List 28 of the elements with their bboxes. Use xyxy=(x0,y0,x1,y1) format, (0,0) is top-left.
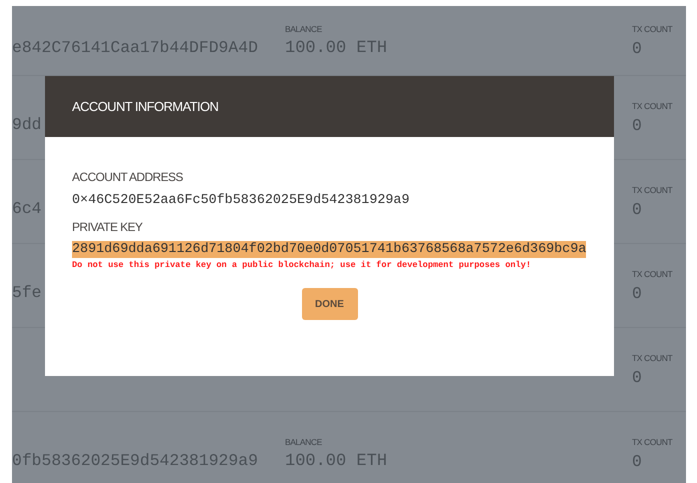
private-key-value: 2891d69dda691126d71804f02bd70e0d07051741b63768568a7572e6d369bc9a xyxy=(72,241,586,258)
account-address: 9dd xyxy=(12,115,43,134)
tx-count-value: 0 xyxy=(632,368,643,386)
tx-count-label: TX COUNT xyxy=(632,436,674,446)
tx-count-value: 0 xyxy=(632,452,643,470)
account-address: 5fe xyxy=(12,283,43,302)
tx-count-label: TX COUNT xyxy=(632,100,674,110)
warning-text: Do not use this private key on a public blockchain; use it for development purposes only! xyxy=(72,259,531,271)
balance-value: 100.00 ETH xyxy=(285,38,388,58)
balance-label: BALANCE xyxy=(285,24,323,34)
account-address: e842C76141Caa17b44DFD9A4D xyxy=(12,38,259,57)
account-address-value: 0×46C520E52aa6Fc50fb58362025E9d542381929a9 xyxy=(72,193,410,208)
field-label: PRIVATE KEY xyxy=(72,220,144,234)
account-address: 6c4 xyxy=(12,199,43,218)
dialog-title: ACCOUNT INFORMATION xyxy=(72,99,218,114)
tx-count-value: 0 xyxy=(632,200,643,218)
tx-count-label: TX COUNT xyxy=(632,352,674,362)
tx-count-value: 0 xyxy=(632,284,643,302)
done-button[interactable]: DONE xyxy=(302,288,358,320)
balance-value: 100.00 ETH xyxy=(285,452,388,470)
balance-label: BALANCE xyxy=(285,436,323,446)
account-address: 0fb58362025E9d542381929a9 xyxy=(12,451,259,470)
tx-count-value: 0 xyxy=(632,116,643,134)
field-label: ACCOUNT ADDRESS xyxy=(72,170,184,184)
tx-count-label: TX COUNT xyxy=(632,184,674,194)
tx-count-value: 0 xyxy=(632,38,643,58)
tx-count-label: TX COUNT xyxy=(632,268,674,278)
tx-count-label: TX COUNT xyxy=(632,24,674,34)
